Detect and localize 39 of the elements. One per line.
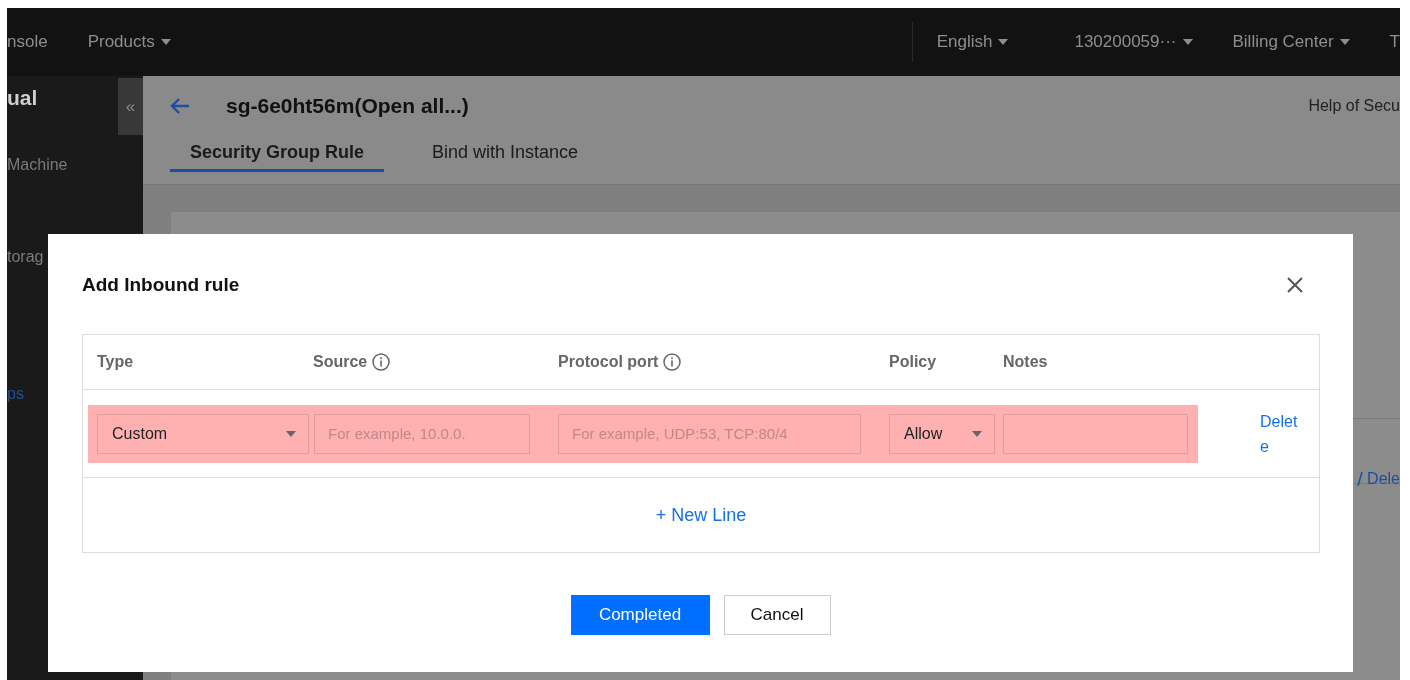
cancel-button[interactable]: Cancel (723, 595, 831, 635)
back-arrow-icon[interactable] (170, 97, 190, 115)
close-icon[interactable] (1285, 275, 1305, 295)
nav-item[interactable]: 130200059··· (1074, 32, 1193, 52)
dialog-title: Add Inbound rule (82, 274, 240, 296)
caret-icon (1182, 39, 1193, 45)
column-header: Source (313, 353, 368, 371)
tab[interactable]: Bind with Instance (412, 142, 599, 172)
notes-field[interactable] (1003, 413, 1188, 454)
caret-icon (1339, 39, 1350, 45)
sidebar-title: ual (7, 86, 38, 110)
policy-select[interactable]: Allow (889, 413, 995, 454)
column-header: Type (97, 353, 134, 371)
nav-item[interactable]: Billing Center (1232, 32, 1350, 52)
tab[interactable]: Security Group Rule (170, 142, 385, 172)
help-link[interactable]: Help of Secu (1308, 97, 1400, 115)
caret-icon (998, 39, 1009, 45)
delete-link[interactable]: Delete (1260, 408, 1302, 459)
page-title: sg-6e0ht56m(Open all...) (226, 94, 469, 118)
info-icon (372, 353, 391, 371)
caret-icon (972, 430, 982, 437)
collapse-button[interactable]: « (118, 78, 143, 135)
nav-item[interactable]: nsole (7, 32, 48, 52)
caret-icon (160, 39, 171, 45)
completed-button[interactable]: Completed (570, 595, 710, 635)
column-header: Protocol port (558, 353, 659, 371)
sidebar-item[interactable]: Machine (7, 156, 68, 174)
port-field[interactable]: For example, UDP:53, TCP:80/4 (558, 413, 861, 454)
column-header: Notes (1003, 353, 1048, 371)
nav-item[interactable]: English (936, 32, 1009, 52)
sidebar-item[interactable]: torag (7, 248, 44, 266)
new-line-button[interactable]: + New Line (83, 478, 1319, 552)
caret-icon (286, 430, 296, 437)
type-select[interactable]: Custom (97, 413, 309, 454)
info-icon (663, 353, 682, 371)
nav-item[interactable]: Products (87, 32, 171, 52)
column-header: Policy (889, 353, 937, 371)
nav-item[interactable]: T (1389, 32, 1400, 52)
source-field[interactable]: For example, 10.0.0. (314, 413, 530, 454)
